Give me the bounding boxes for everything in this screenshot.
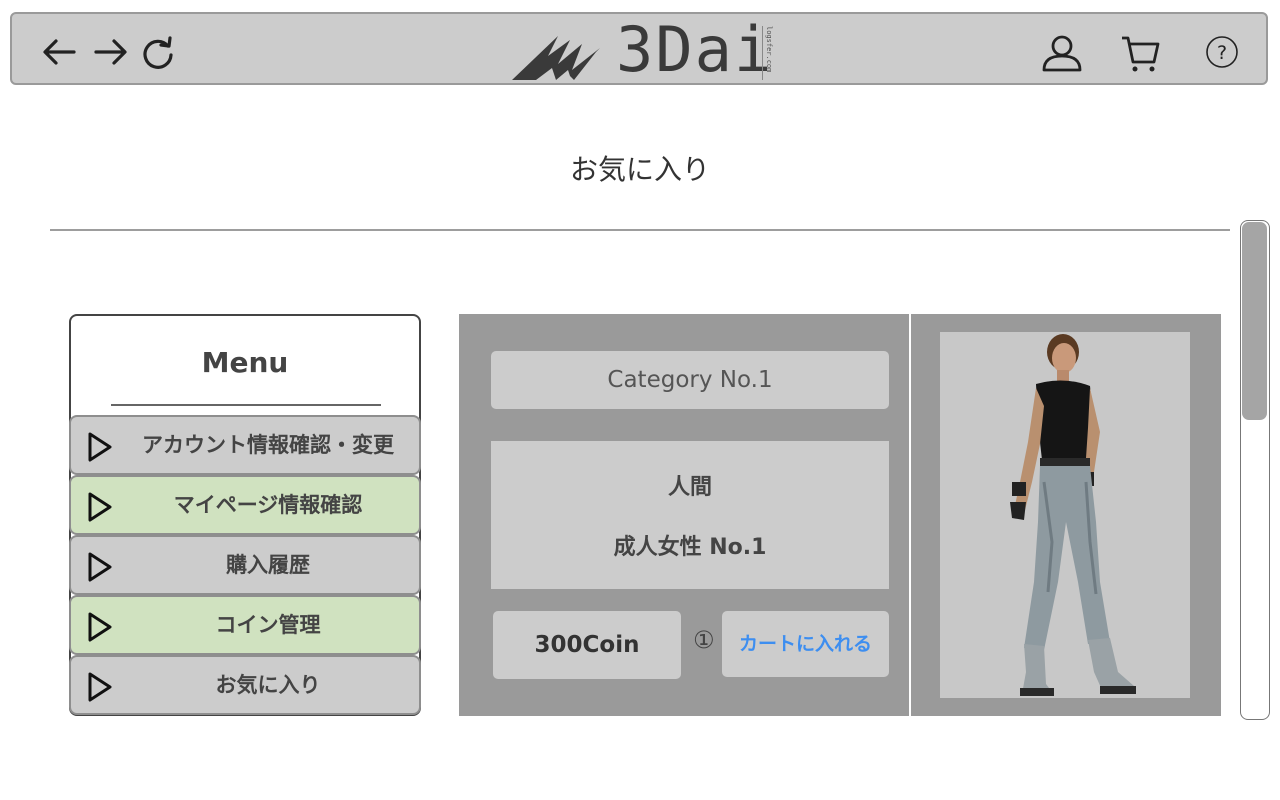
menu-item-favorites[interactable]: お気に入り — [69, 655, 421, 715]
side-menu: Menu アカウント情報確認・変更 マイページ情報確認 購入履歴 コイン管理 お… — [69, 314, 421, 716]
product-card: Category No.1 人間 成人女性 No.1 300Coin ① カート… — [459, 314, 1221, 716]
menu-title-rule — [111, 404, 381, 406]
menu-item-label: アカウント情報確認・変更 — [142, 433, 394, 457]
product-type: 人間 — [667, 475, 712, 500]
card-divider — [909, 314, 911, 716]
play-triangle-icon — [88, 672, 112, 702]
category-label: Category No.1 — [491, 351, 889, 409]
menu-item-label: お気に入り — [215, 673, 321, 697]
play-triangle-icon — [88, 552, 112, 582]
logo-text: 3Dai — [616, 13, 774, 86]
svg-text:?: ? — [1217, 42, 1227, 64]
menu-item-label: コイン管理 — [215, 613, 321, 637]
character-figure-icon — [1010, 334, 1136, 696]
logo-subtext: logsfer.com — [762, 26, 777, 80]
reload-icon[interactable] — [138, 34, 178, 70]
play-triangle-icon — [88, 612, 112, 642]
top-bar: 3Dai logsfer.com ? — [10, 12, 1268, 86]
product-image[interactable] — [940, 332, 1190, 698]
scrollbar-thumb[interactable] — [1242, 222, 1267, 420]
back-arrow-icon[interactable] — [40, 34, 80, 70]
site-logo[interactable]: 3Dai logsfer.com — [512, 14, 792, 86]
product-description: 人間 成人女性 No.1 — [491, 441, 889, 589]
cart-icon[interactable] — [1120, 34, 1164, 78]
logo-slash-mark-icon — [512, 36, 600, 80]
user-icon[interactable] — [1040, 34, 1084, 78]
menu-item-coin-management[interactable]: コイン管理 — [69, 595, 421, 655]
menu-item-label: マイページ情報確認 — [173, 493, 363, 517]
help-icon[interactable]: ? — [1202, 34, 1242, 78]
play-triangle-icon — [88, 492, 112, 522]
add-to-cart-button[interactable]: カートに入れる — [722, 611, 889, 677]
page-title: お気に入り — [569, 153, 710, 186]
forward-arrow-icon[interactable] — [90, 34, 130, 70]
scrollbar-track[interactable] — [1240, 220, 1270, 720]
menu-item-purchase-history[interactable]: 購入履歴 — [69, 535, 421, 595]
menu-item-mypage[interactable]: マイページ情報確認 — [69, 475, 421, 535]
price-label: 300Coin — [493, 611, 681, 679]
quantity-badge: ① — [693, 626, 715, 654]
product-name: 成人女性 No.1 — [613, 535, 767, 560]
menu-title: Menu — [201, 346, 289, 379]
title-divider — [50, 229, 1230, 231]
play-triangle-icon — [88, 432, 112, 462]
menu-item-label: 購入履歴 — [226, 553, 310, 577]
menu-item-account[interactable]: アカウント情報確認・変更 — [69, 415, 421, 475]
